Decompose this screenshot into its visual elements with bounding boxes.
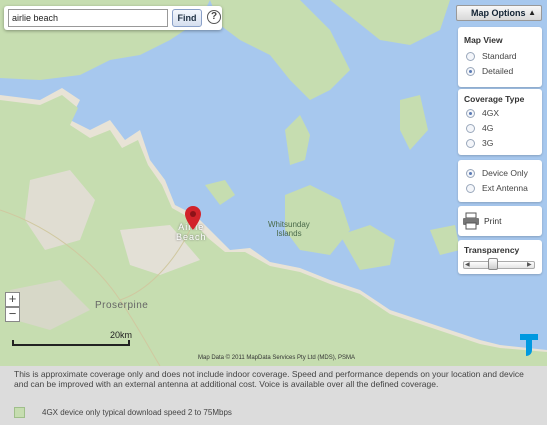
zoom-in-button[interactable]: + [5,292,20,307]
map-view-panel: Map View Standard Detailed [458,27,542,87]
transparency-slider-track[interactable] [463,261,535,269]
slider-left-arrow-icon: ◀ [465,262,470,268]
scale-label: 20km [110,330,133,340]
legend-label: 4GX device only typical download speed 2… [42,408,232,417]
whitsunday-islands-label: Whitsunday Islands [268,220,310,238]
radio-standard-label: Standard [482,51,517,61]
radio-detailed-label: Detailed [482,66,514,76]
print-button[interactable]: Print [458,206,542,236]
find-button[interactable]: Find [172,9,202,27]
radio-detailed-button[interactable] [466,67,475,76]
slider-right-arrow-icon: ▶ [527,262,532,268]
search-box: Find ? [4,6,222,30]
radio-device-only-button[interactable] [466,169,475,178]
radio-device-only-label: Device Only [482,168,528,178]
help-icon[interactable]: ? [207,10,221,24]
map-attribution: Map Data © 2011 MapData Services Pty Ltd… [198,355,356,361]
device-panel: Device Only Ext Antenna [458,160,542,202]
coverage-type-panel: Coverage Type 4GX 4G 3G [458,89,542,155]
transparency-panel: Transparency ◀ ▶ [458,240,542,274]
coverage-map[interactable]: Find ? + − Proserpine Airlie Beach Whits… [0,0,547,366]
radio-ext-antenna-button[interactable] [466,184,475,193]
transparency-title: Transparency [464,245,520,255]
collapse-arrow-icon: ▲ [528,8,536,17]
radio-3g-button[interactable] [466,139,475,148]
footer: This is approximate coverage only and do… [0,366,547,425]
print-label: Print [484,216,502,226]
transparency-slider-thumb[interactable] [487,258,498,270]
radio-4g-button[interactable] [466,124,475,133]
location-pin-icon[interactable] [185,206,201,230]
scale-bar [12,340,130,346]
telstra-logo-icon [520,334,538,356]
proserpine-label: Proserpine [95,300,149,311]
radio-4gx-button[interactable] [466,109,475,118]
map-view-title: Map View [464,35,503,45]
radio-4gx-label: 4GX [482,108,500,118]
zoom-out-button[interactable]: − [5,307,20,322]
search-input[interactable] [8,9,168,27]
printer-icon [463,212,479,230]
radio-3g-label: 3G [482,138,494,148]
map-options-toggle[interactable]: Map Options ▲ [456,5,542,21]
radio-standard-button[interactable] [466,52,475,61]
radio-4g-label: 4G [482,123,494,133]
radio-ext-antenna-label: Ext Antenna [482,183,528,193]
coverage-disclaimer: This is approximate coverage only and do… [14,369,524,389]
coverage-type-title: Coverage Type [464,94,525,104]
legend-swatch [14,407,25,418]
